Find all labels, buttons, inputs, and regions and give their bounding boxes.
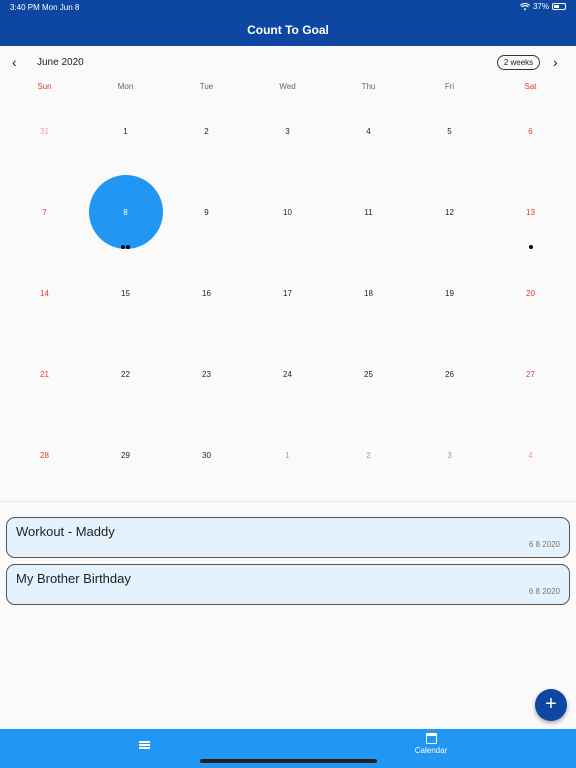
weekday-mon: Mon	[117, 82, 134, 91]
day-cell[interactable]: 29	[85, 451, 166, 460]
weekday-sun: Sun	[37, 82, 52, 91]
day-cell[interactable]: 22	[85, 370, 166, 379]
chevron-right-icon[interactable]: ›	[553, 55, 558, 69]
event-title: My Brother Birthday	[16, 571, 131, 586]
month-label: June 2020	[37, 57, 84, 68]
day-cell[interactable]: 12	[409, 208, 490, 217]
event-card[interactable]: Workout - Maddy 6 8 2020	[6, 517, 570, 558]
status-date: Mon Jun 8	[42, 3, 80, 12]
day-cell[interactable]: 18	[328, 289, 409, 298]
chevron-left-icon[interactable]: ‹	[12, 55, 17, 69]
app-bar: Count To Goal	[0, 14, 576, 46]
wifi-icon	[519, 2, 530, 10]
day-cell[interactable]: 13	[490, 208, 571, 217]
event-marker	[121, 245, 125, 249]
day-cell[interactable]: 3	[409, 451, 490, 460]
event-marker	[126, 245, 130, 249]
day-cell[interactable]: 21	[4, 370, 85, 379]
day-cell[interactable]: 3	[247, 127, 328, 136]
day-cell[interactable]: 1	[247, 451, 328, 460]
day-cell[interactable]: 2	[328, 451, 409, 460]
day-cell[interactable]: 28	[4, 451, 85, 460]
day-cell[interactable]: 10	[247, 208, 328, 217]
home-indicator[interactable]	[200, 759, 377, 763]
day-cell[interactable]: 14	[4, 289, 85, 298]
day-cell[interactable]: 19	[409, 289, 490, 298]
status-time: 3:40 PM	[10, 3, 40, 12]
status-right: 37%	[519, 2, 566, 11]
day-cell[interactable]: 26	[409, 370, 490, 379]
weekday-tue: Tue	[199, 82, 214, 91]
day-cell[interactable]: 30	[166, 451, 247, 460]
app-title: Count To Goal	[247, 23, 329, 37]
day-cell[interactable]: 1	[85, 127, 166, 136]
day-cell[interactable]: 15	[85, 289, 166, 298]
weekday-wed: Wed	[279, 82, 296, 91]
day-cell[interactable]: 9	[166, 208, 247, 217]
event-card[interactable]: My Brother Birthday 6 8 2020	[6, 564, 570, 605]
list-icon[interactable]	[139, 741, 150, 750]
day-cell[interactable]: 4	[328, 127, 409, 136]
calendar-icon	[425, 733, 437, 744]
add-event-button[interactable]: +	[535, 689, 567, 721]
day-cell[interactable]: 7	[4, 208, 85, 217]
day-cell[interactable]: 25	[328, 370, 409, 379]
event-date: 6 8 2020	[528, 540, 560, 549]
status-bar: 3:40 PM Mon Jun 8 37%	[0, 0, 576, 14]
day-cell-selected[interactable]: 8	[85, 208, 166, 217]
day-cell[interactable]: 23	[166, 370, 247, 379]
calendar-header: ‹ June 2020 2 weeks ›	[0, 55, 576, 71]
day-cell[interactable]: 11	[328, 208, 409, 217]
day-cell[interactable]: 5	[409, 127, 490, 136]
day-cell[interactable]: 6	[490, 127, 571, 136]
battery-icon	[552, 3, 566, 10]
weekday-sat: Sat	[524, 82, 537, 91]
format-toggle-button[interactable]: 2 weeks	[497, 55, 540, 70]
day-cell[interactable]: 16	[166, 289, 247, 298]
day-cell[interactable]: 31	[4, 127, 85, 136]
day-cell[interactable]: 17	[247, 289, 328, 298]
event-title: Workout - Maddy	[16, 524, 115, 539]
day-cell[interactable]: 24	[247, 370, 328, 379]
calendar-tab-label: Calendar	[414, 746, 448, 755]
plus-icon: +	[545, 693, 557, 715]
battery-percent: 37%	[532, 2, 549, 11]
day-cell[interactable]: 4	[490, 451, 571, 460]
day-cell[interactable]: 20	[490, 289, 571, 298]
calendar-tab[interactable]: Calendar	[406, 733, 456, 755]
day-cell[interactable]: 2	[166, 127, 247, 136]
weekday-thu: Thu	[361, 82, 376, 91]
day-cell[interactable]: 27	[490, 370, 571, 379]
event-marker	[529, 245, 533, 249]
event-date: 6 8 2020	[528, 587, 560, 596]
divider	[0, 501, 576, 502]
weekday-fri: Fri	[444, 82, 455, 91]
